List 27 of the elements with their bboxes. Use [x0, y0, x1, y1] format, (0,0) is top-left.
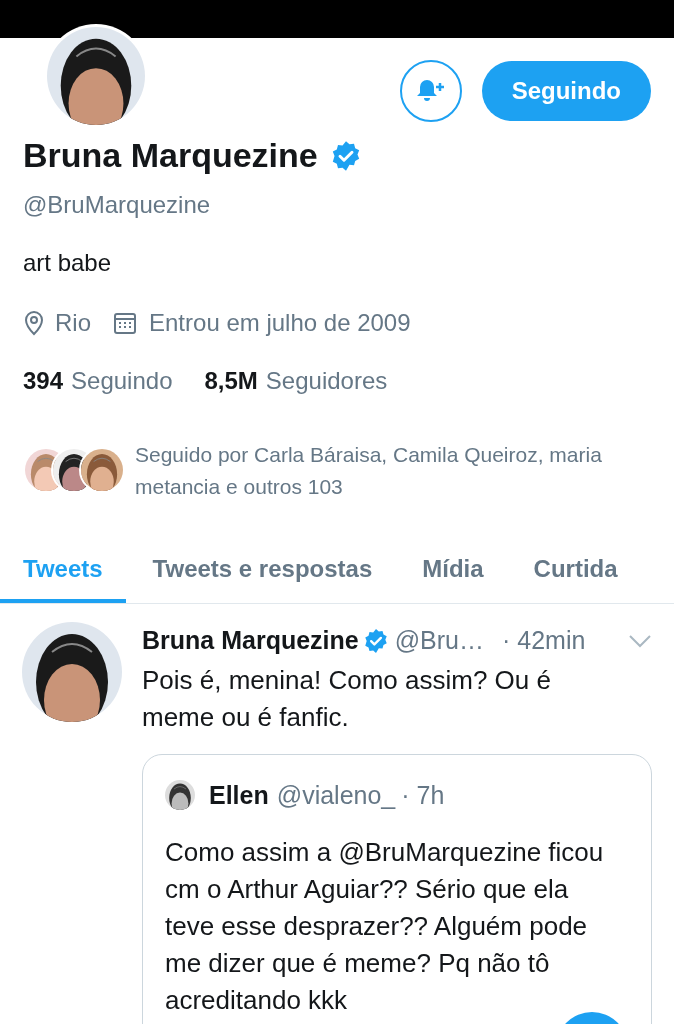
- profile-name: Bruna Marquezine: [23, 135, 318, 176]
- following-label[interactable]: Seguindo: [71, 363, 173, 399]
- calendar-icon: [113, 311, 137, 335]
- quoted-text: Como assim a @BruMarquezine ficou cm o Arthur Aguiar?? Sério que ela teve esse desprazer?? Alguém pode me dizer que é meme? Pq não tô acreditando kkk: [165, 836, 605, 1017]
- profile-tab[interactable]: Mídia: [399, 539, 507, 603]
- profile-tab[interactable]: Tweets: [0, 539, 126, 603]
- tweet-handle: @Bru…: [394, 625, 484, 656]
- following-button[interactable]: Seguindo: [481, 61, 651, 121]
- notification-button[interactable]: [399, 60, 462, 122]
- chevron-down-icon[interactable]: [628, 633, 652, 648]
- profile-tab[interactable]: Tweets e respostas: [129, 539, 396, 603]
- profile-handle: @BruMarquezine: [23, 190, 212, 220]
- tweet-text: Pois é, menina! Como assim? Ou é meme ou é fanfic.: [142, 663, 552, 734]
- followers-count[interactable]: 8,5M: [204, 363, 258, 399]
- profile-tab[interactable]: Curtida: [510, 539, 641, 603]
- tweet-time: · 42min: [502, 625, 586, 656]
- join-date: Entrou em julho de 2009: [149, 308, 411, 338]
- location-pin-icon: [23, 310, 45, 336]
- quoted-handle: @vialeno_: [276, 779, 396, 811]
- location-text: Rio: [55, 308, 91, 338]
- followers-label[interactable]: Seguidores: [265, 363, 388, 399]
- following-count[interactable]: 394: [23, 363, 64, 399]
- profile-bio: art babe: [23, 248, 113, 278]
- followed-by-text[interactable]: Seguido por Carla Báraisa, Camila Queiroz, maria metancia e outros 103: [135, 439, 651, 503]
- quoted-author: Ellen: [209, 779, 269, 811]
- quoted-time: · 7h: [401, 779, 445, 811]
- tweet-author[interactable]: Bruna Marquezine: [142, 622, 359, 660]
